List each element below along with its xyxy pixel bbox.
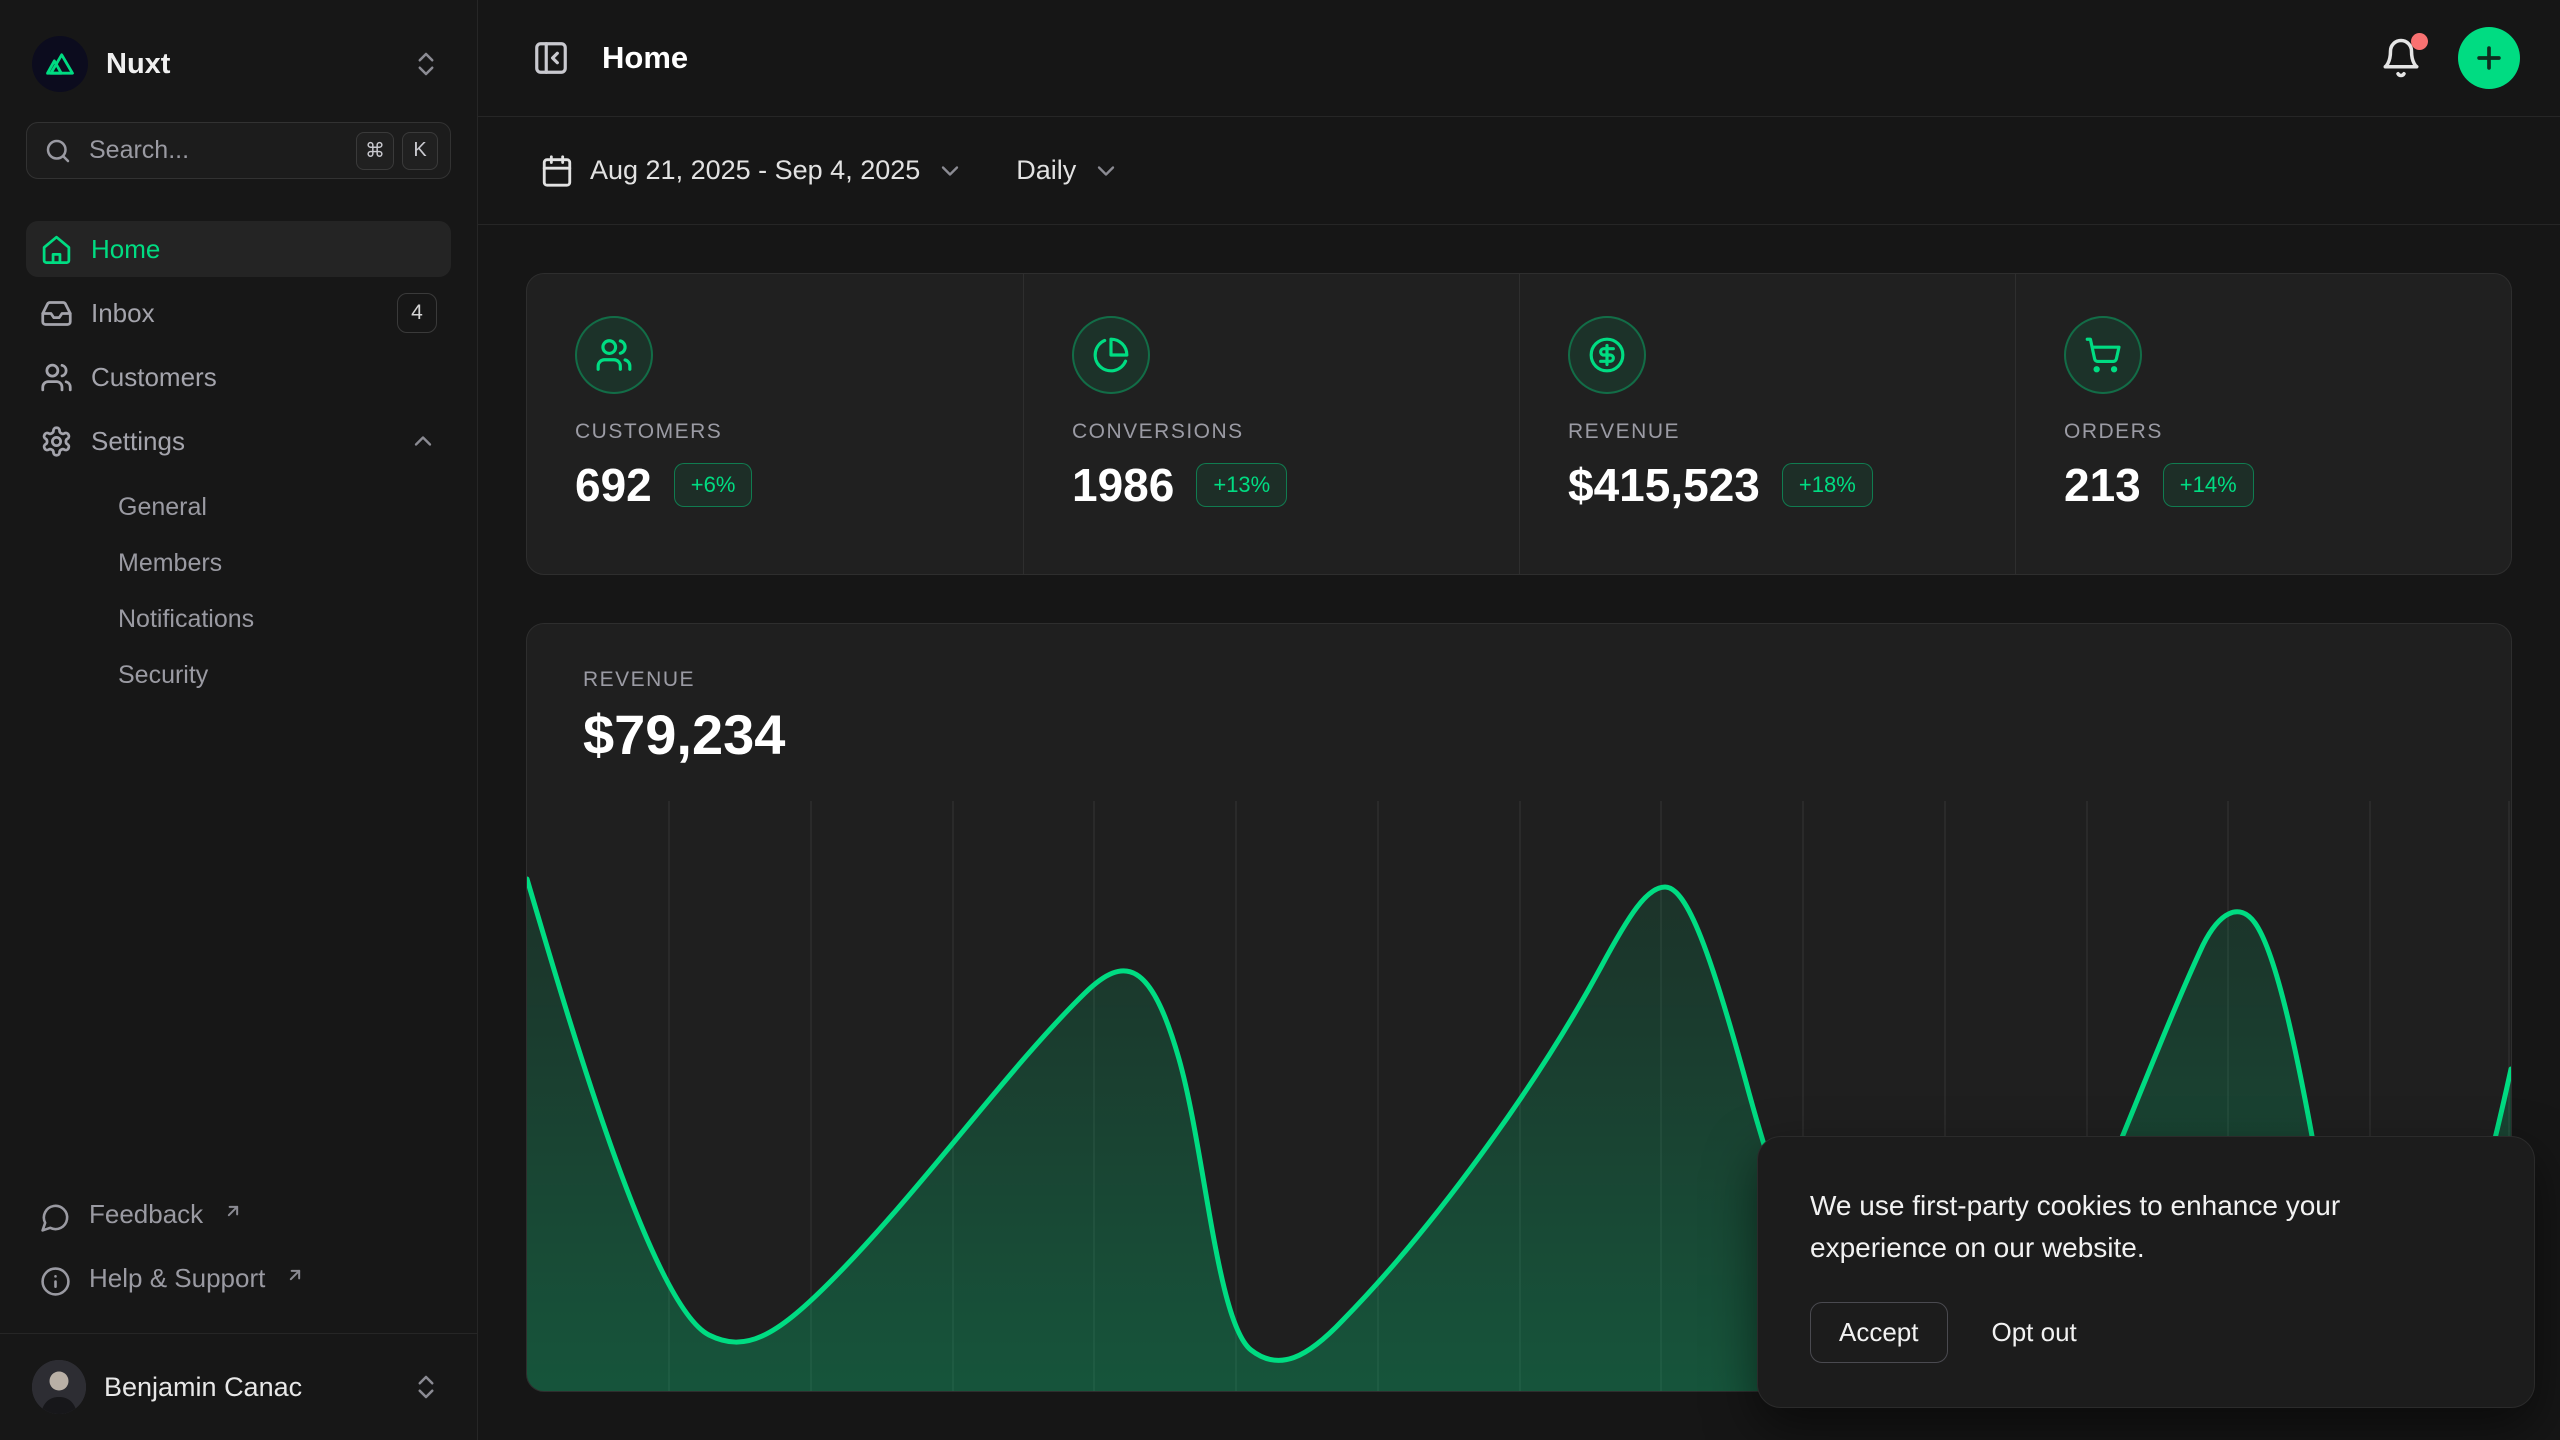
sidebar: Nuxt ⌘ K Home xyxy=(0,0,478,1440)
kbd-k: K xyxy=(402,132,438,170)
stat-orders[interactable]: ORDERS 213 +14% xyxy=(2015,274,2511,574)
sidebar-footer: Feedback Help & Support xyxy=(26,1187,451,1420)
cookie-accept-button[interactable]: Accept xyxy=(1810,1302,1948,1363)
sidebar-subitem-label: Notifications xyxy=(118,605,254,634)
search-input-wrap[interactable]: ⌘ K xyxy=(26,122,451,179)
add-button[interactable] xyxy=(2458,27,2520,89)
users-icon xyxy=(575,316,653,394)
search-shortcut: ⌘ K xyxy=(356,132,438,170)
user-menu[interactable]: Benjamin Canac xyxy=(26,1340,451,1420)
sidebar-nav: Home Inbox 4 Customers Sett xyxy=(26,221,451,701)
sidebar-item-members[interactable]: Members xyxy=(26,537,451,589)
pie-chart-icon xyxy=(1072,316,1150,394)
date-range-value: Aug 21, 2025 - Sep 4, 2025 xyxy=(590,155,920,186)
divider xyxy=(0,1333,477,1334)
nuxt-logo-icon xyxy=(32,36,88,92)
sidebar-subitem-label: Security xyxy=(118,661,208,690)
external-link-icon xyxy=(285,1265,305,1285)
stat-value: 1986 xyxy=(1072,458,1174,512)
sidebar-item-notifications[interactable]: Notifications xyxy=(26,593,451,645)
granularity-select[interactable]: Daily xyxy=(1002,143,1134,198)
dollar-circle-icon xyxy=(1568,316,1646,394)
sidebar-item-label: Settings xyxy=(91,426,185,457)
chevrons-up-down-icon xyxy=(411,1372,441,1402)
cookie-banner: We use first-party cookies to enhance yo… xyxy=(1757,1136,2535,1408)
sidebar-item-settings[interactable]: Settings xyxy=(26,413,451,469)
sidebar-item-label: Customers xyxy=(91,362,217,393)
user-name: Benjamin Canac xyxy=(104,1372,302,1403)
chat-bubble-icon xyxy=(40,1202,71,1233)
sidebar-subitem-label: Members xyxy=(118,549,222,578)
chevrons-up-down-icon xyxy=(411,49,441,79)
stat-label: CONVERSIONS xyxy=(1072,420,1471,444)
home-icon xyxy=(40,233,73,266)
calendar-icon xyxy=(540,154,574,188)
settings-subnav: General Members Notifications Security xyxy=(26,481,451,701)
feedback-label: Feedback xyxy=(89,1199,203,1230)
sidebar-item-inbox[interactable]: Inbox 4 xyxy=(26,285,451,341)
sidebar-item-label: Home xyxy=(91,234,160,265)
chevron-down-icon xyxy=(1092,157,1120,185)
stat-delta-badge: +13% xyxy=(1196,463,1287,507)
team-switcher[interactable]: Nuxt xyxy=(26,22,451,106)
info-circle-icon xyxy=(40,1266,71,1297)
plus-icon xyxy=(2472,41,2506,75)
stats-row: CUSTOMERS 692 +6% CONVERSIONS 1986 +13% xyxy=(526,273,2512,575)
help-support-label: Help & Support xyxy=(89,1263,265,1294)
stat-value: $415,523 xyxy=(1568,458,1760,512)
stat-delta-badge: +14% xyxy=(2163,463,2254,507)
inbox-icon xyxy=(40,297,73,330)
date-range-picker[interactable]: Aug 21, 2025 - Sep 4, 2025 xyxy=(526,142,978,200)
stat-label: ORDERS xyxy=(2064,420,2463,444)
chevron-up-icon xyxy=(409,427,437,455)
revenue-chart-value: $79,234 xyxy=(583,702,2455,767)
brand-name: Nuxt xyxy=(106,48,170,81)
stat-value: 692 xyxy=(575,458,652,512)
avatar xyxy=(32,1360,86,1414)
stat-revenue[interactable]: REVENUE $415,523 +18% xyxy=(1519,274,2015,574)
page-header: Home xyxy=(478,0,2560,117)
sidebar-subitem-label: General xyxy=(118,493,207,522)
inbox-count-badge: 4 xyxy=(397,293,437,333)
stat-label: REVENUE xyxy=(1568,420,1967,444)
sidebar-item-home[interactable]: Home xyxy=(26,221,451,277)
gear-icon xyxy=(40,425,73,458)
cookie-optout-button[interactable]: Opt out xyxy=(1992,1303,2077,1362)
external-link-icon xyxy=(223,1201,243,1221)
sidebar-collapse-icon[interactable] xyxy=(526,33,576,83)
search-icon xyxy=(43,136,73,166)
revenue-chart-label: REVENUE xyxy=(583,668,2455,692)
page-title: Home xyxy=(602,40,688,76)
help-support-link[interactable]: Help & Support xyxy=(26,1251,451,1309)
users-icon xyxy=(40,361,73,394)
granularity-value: Daily xyxy=(1016,155,1076,186)
stat-delta-badge: +18% xyxy=(1782,463,1873,507)
stat-delta-badge: +6% xyxy=(674,463,753,507)
sidebar-item-customers[interactable]: Customers xyxy=(26,349,451,405)
filters-toolbar: Aug 21, 2025 - Sep 4, 2025 Daily xyxy=(478,117,2560,225)
notification-dot xyxy=(2411,33,2428,50)
sidebar-item-security[interactable]: Security xyxy=(26,649,451,701)
feedback-link[interactable]: Feedback xyxy=(26,1187,451,1245)
stat-label: CUSTOMERS xyxy=(575,420,975,444)
kbd-meta: ⌘ xyxy=(356,132,394,170)
sidebar-item-label: Inbox xyxy=(91,298,155,329)
cookie-message: We use first-party cookies to enhance yo… xyxy=(1810,1185,2430,1268)
stat-value: 213 xyxy=(2064,458,2141,512)
cart-icon xyxy=(2064,316,2142,394)
chevron-down-icon xyxy=(936,157,964,185)
stat-conversions[interactable]: CONVERSIONS 1986 +13% xyxy=(1023,274,1519,574)
notifications-button[interactable] xyxy=(2374,31,2428,85)
sidebar-item-general[interactable]: General xyxy=(26,481,451,533)
stat-customers[interactable]: CUSTOMERS 692 +6% xyxy=(527,274,1023,574)
search-input[interactable] xyxy=(89,136,340,165)
